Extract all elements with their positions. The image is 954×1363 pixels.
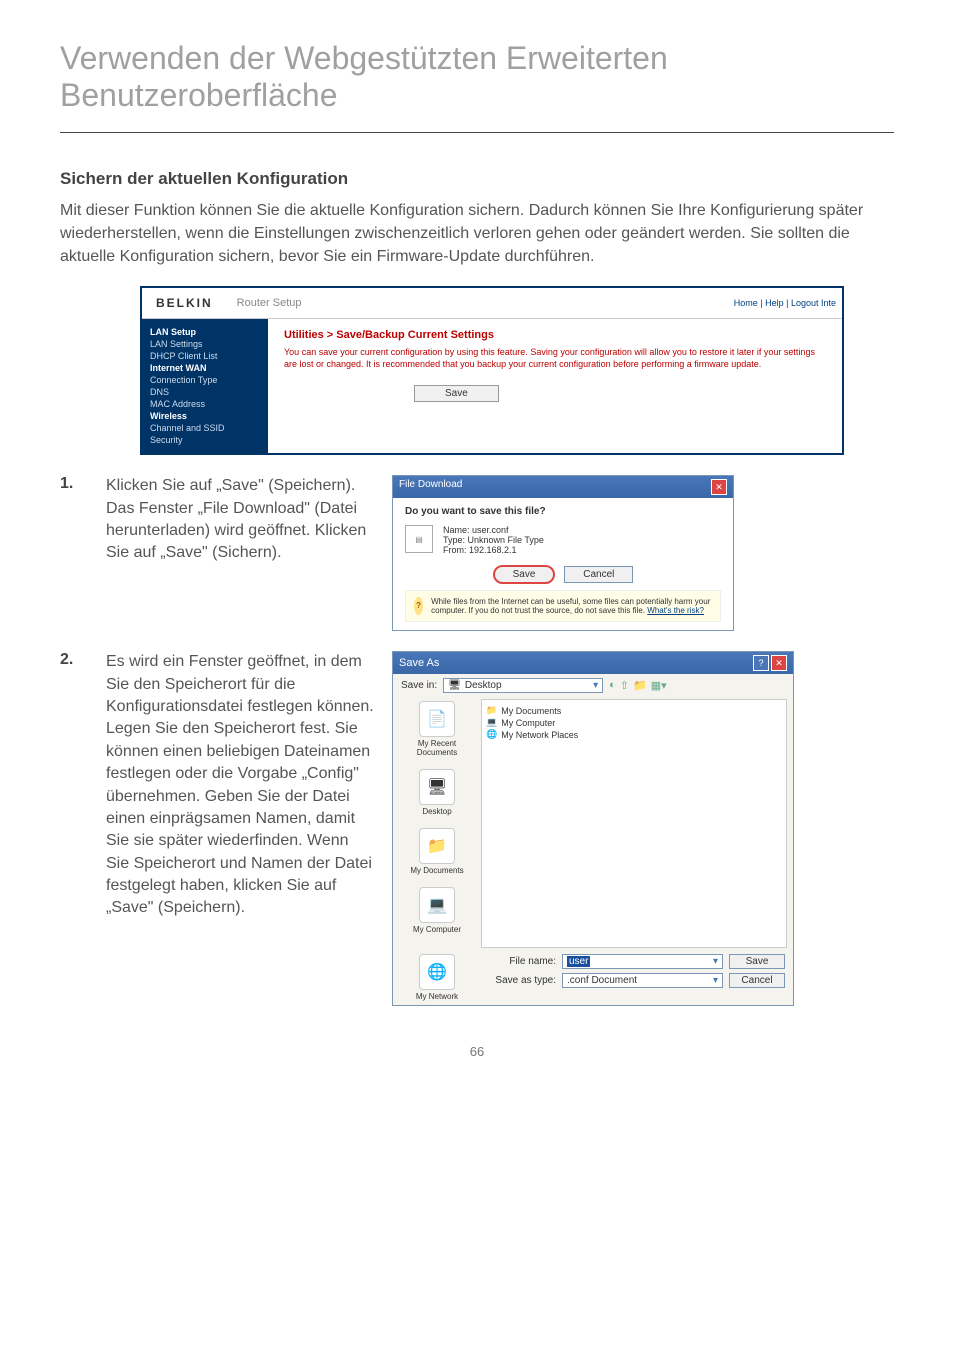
- sidebar-wireless[interactable]: Wireless: [150, 411, 260, 421]
- chevron-down-icon[interactable]: ▾: [713, 956, 718, 967]
- file-download-save-button[interactable]: Save: [493, 565, 556, 584]
- item-my-documents[interactable]: My Documents: [501, 706, 561, 716]
- step2-text: Es wird ein Fenster geöffnet, in dem Sie…: [106, 651, 376, 920]
- network-place-icon[interactable]: 🌐: [419, 954, 455, 990]
- sidebar-internet-wan[interactable]: Internet WAN: [150, 363, 260, 373]
- belkin-logo: BELKIN: [142, 288, 227, 318]
- views-icon[interactable]: ▦▾: [651, 679, 667, 692]
- step1-text: Klicken Sie auf „Save" (Speichern). Das …: [106, 475, 376, 565]
- router-header-links[interactable]: Home | Help | Logout Inte: [734, 298, 842, 308]
- sidebar-lan-settings[interactable]: LAN Settings: [150, 339, 260, 349]
- from-value: 192.168.2.1: [469, 545, 517, 555]
- sidebar-connection-type[interactable]: Connection Type: [150, 375, 260, 385]
- sidebar-security[interactable]: Security: [150, 435, 260, 445]
- recent-icon[interactable]: 📄: [419, 701, 455, 737]
- places-network[interactable]: My Network: [397, 992, 477, 1001]
- sidebar-dns[interactable]: DNS: [150, 387, 260, 397]
- places-recent[interactable]: My Recent Documents: [397, 739, 477, 757]
- item-network-places[interactable]: My Network Places: [501, 730, 578, 740]
- file-name-value: user: [567, 956, 590, 967]
- file-name-input[interactable]: user ▾: [562, 954, 723, 969]
- title-line2: Benutzeroberfläche: [60, 77, 338, 113]
- documents-icon[interactable]: 📁: [419, 828, 455, 864]
- file-icon: ▤: [405, 525, 433, 553]
- computer-icon[interactable]: 💻: [419, 887, 455, 923]
- page-title: Verwenden der Webgestützten Erweiterten …: [60, 40, 894, 114]
- file-type-dropdown[interactable]: .conf Document ▾: [562, 973, 723, 988]
- chevron-down-icon: ▾: [593, 680, 598, 691]
- save-in-dropdown[interactable]: 🖥 Desktop ▾: [443, 678, 603, 693]
- new-folder-icon[interactable]: 📁: [633, 679, 647, 692]
- from-label: From:: [443, 545, 467, 555]
- file-list[interactable]: 📁 My Documents 💻 My Computer 🌐 My Network P…: [481, 699, 787, 948]
- type-value: Unknown File Type: [468, 535, 544, 545]
- back-icon[interactable]: ◐: [609, 679, 616, 692]
- divider: [60, 132, 894, 133]
- step2-number: 2.: [60, 651, 90, 669]
- desktop-icon: 🖥: [448, 680, 461, 691]
- file-type-value: .conf Document: [567, 975, 637, 986]
- intro-text: Mit dieser Funktion können Sie die aktue…: [60, 199, 894, 269]
- router-panel-text: You can save your current configuration …: [284, 347, 826, 370]
- places-documents[interactable]: My Documents: [397, 866, 477, 875]
- chevron-down-icon[interactable]: ▾: [713, 975, 718, 986]
- sidebar-mac[interactable]: MAC Address: [150, 399, 260, 409]
- router-save-button[interactable]: Save: [414, 385, 499, 402]
- save-in-value: Desktop: [465, 680, 502, 691]
- type-label: Type:: [443, 535, 465, 545]
- router-panel-title: Utilities > Save/Backup Current Settings: [284, 329, 826, 341]
- item-my-computer[interactable]: My Computer: [501, 718, 555, 728]
- places-computer[interactable]: My Computer: [397, 925, 477, 934]
- file-download-dialog: File Download ✕ Do you want to save this…: [392, 475, 734, 631]
- file-download-title: File Download: [399, 479, 462, 495]
- computer-item-icon: 💻: [486, 717, 497, 728]
- close-icon[interactable]: ✕: [771, 655, 787, 671]
- router-sidebar: LAN Setup LAN Settings DHCP Client List …: [142, 319, 268, 453]
- help-icon[interactable]: ?: [753, 655, 769, 671]
- sidebar-lan-setup[interactable]: LAN Setup: [150, 327, 260, 337]
- network-icon: 🌐: [486, 729, 497, 740]
- page-number: 66: [60, 1044, 894, 1059]
- step1-number: 1.: [60, 475, 90, 493]
- folder-icon: 📁: [486, 705, 497, 716]
- sidebar-dhcp[interactable]: DHCP Client List: [150, 351, 260, 361]
- file-name-label: File name:: [481, 956, 556, 967]
- save-in-label: Save in:: [401, 680, 437, 691]
- warning-icon: ?: [414, 597, 423, 615]
- title-line1: Verwenden der Webgestützten Erweiterten: [60, 40, 668, 76]
- name-value: user.conf: [472, 525, 509, 535]
- whats-the-risk-link[interactable]: What's the risk?: [647, 606, 704, 615]
- file-download-question: Do you want to save this file?: [405, 506, 721, 517]
- section-heading: Sichern der aktuellen Konfiguration: [60, 169, 894, 189]
- router-title: Router Setup: [227, 297, 734, 309]
- name-label: Name:: [443, 525, 470, 535]
- save-as-dialog: Save As ? ✕ Save in: 🖥 Desktop ▾ ◐ ⇧ 📁 ▦…: [392, 651, 794, 1006]
- save-as-title: Save As: [399, 657, 439, 669]
- file-download-cancel-button[interactable]: Cancel: [564, 566, 633, 583]
- file-type-label: Save as type:: [481, 975, 556, 986]
- desktop-place-icon[interactable]: 🖥: [419, 769, 455, 805]
- up-icon[interactable]: ⇧: [620, 679, 629, 692]
- sidebar-channel-ssid[interactable]: Channel and SSID: [150, 423, 260, 433]
- close-icon[interactable]: ✕: [711, 479, 727, 495]
- save-as-save-button[interactable]: Save: [729, 954, 785, 969]
- places-desktop[interactable]: Desktop: [397, 807, 477, 816]
- router-screenshot: BELKIN Router Setup Home | Help | Logout…: [140, 286, 844, 455]
- save-as-cancel-button[interactable]: Cancel: [729, 973, 785, 988]
